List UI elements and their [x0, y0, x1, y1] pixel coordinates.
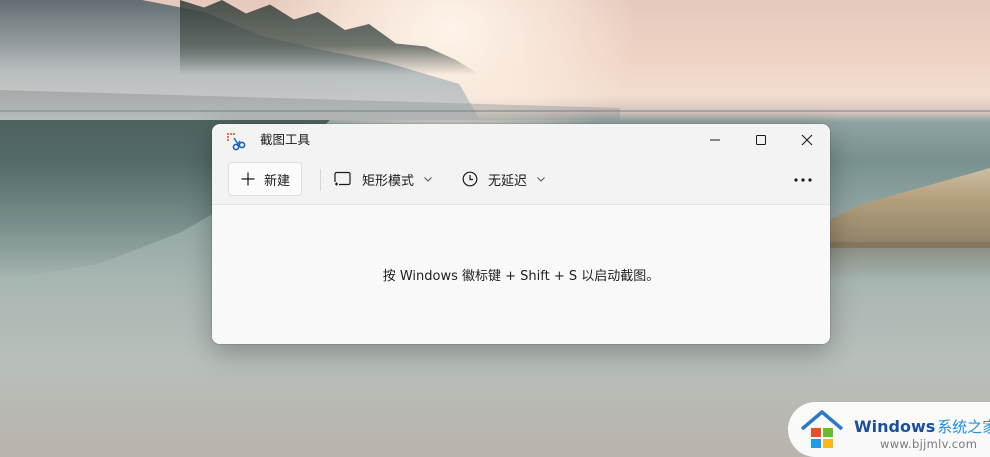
snip-content-area: 按 Windows 徽标键 + Shift + S 以启动截图。: [212, 205, 830, 344]
plus-icon: [241, 172, 255, 186]
snipping-tool-window: 截图工具 新建 矩形模式 无延迟 按 Windows 徽标键 + Shift +…: [212, 124, 830, 344]
more-icon: [794, 178, 812, 182]
rectangle-mode-icon: [334, 171, 351, 187]
watermark-brand-cn: 系统之家: [937, 418, 990, 436]
close-icon: [801, 134, 813, 146]
clock-icon: [462, 171, 478, 187]
watermark-brand-en: Windows: [854, 417, 936, 436]
maximize-button[interactable]: [738, 124, 784, 156]
site-watermark: Windows 系统之家 www.bjjmlv.com: [788, 402, 990, 457]
window-title: 截图工具: [260, 132, 311, 147]
toolbar: 新建 矩形模式 无延迟: [212, 156, 830, 205]
snip-mode-label: 矩形模式: [362, 173, 415, 189]
wallpaper-grass: [820, 168, 990, 248]
new-snip-button[interactable]: 新建: [228, 162, 302, 196]
shortcut-hint: 按 Windows 徽标键 + Shift + S 以启动截图。: [382, 269, 660, 284]
watermark-url: www.bjjmlv.com: [880, 437, 978, 451]
wallpaper-horizon: [0, 110, 990, 112]
more-options-button[interactable]: [788, 166, 818, 194]
house-windows-logo-icon: [800, 410, 844, 448]
minimize-button[interactable]: [692, 124, 738, 156]
watermark-brand: Windows 系统之家: [854, 416, 990, 437]
minimize-icon: [710, 139, 720, 141]
new-snip-label: 新建: [264, 173, 291, 189]
maximize-icon: [756, 135, 766, 145]
wallpaper-grass-reflection: [820, 242, 990, 282]
title-bar[interactable]: 截图工具: [212, 124, 830, 156]
chevron-down-icon: [424, 177, 432, 182]
delay-label: 无延迟: [488, 173, 528, 189]
snipping-tool-app-icon: [226, 132, 246, 152]
close-button[interactable]: [784, 124, 830, 156]
toolbar-divider: [320, 169, 321, 191]
chevron-down-icon: [537, 177, 545, 182]
delay-dropdown[interactable]: 无延迟: [456, 164, 552, 194]
snip-mode-dropdown[interactable]: 矩形模式: [328, 164, 439, 194]
